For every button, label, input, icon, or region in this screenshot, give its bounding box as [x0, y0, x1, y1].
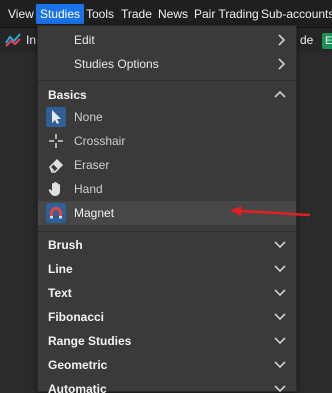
menu-divider	[38, 231, 296, 232]
menu-item-edit[interactable]: Edit	[38, 28, 296, 52]
tool-magnet-label: Magnet	[74, 206, 115, 220]
tool-eraser-label: Eraser	[74, 158, 110, 172]
eraser-icon	[46, 155, 66, 175]
chevron-down-icon	[274, 313, 286, 321]
section-text-label: Text	[48, 286, 72, 300]
section-automatic[interactable]: Automatic	[38, 377, 296, 393]
menu-trade[interactable]: Trade	[117, 4, 156, 24]
menu-tools[interactable]: Tools	[82, 4, 118, 24]
section-basics-label: Basics	[48, 88, 87, 102]
menu-studies[interactable]: Studies	[36, 4, 85, 24]
menu-pair-trading[interactable]: Pair Trading	[190, 4, 263, 24]
tool-none[interactable]: None	[38, 106, 296, 128]
section-fibonacci[interactable]: Fibonacci	[38, 305, 296, 328]
tool-crosshair-label: Crosshair	[74, 134, 126, 148]
chevron-right-icon	[278, 34, 286, 46]
hand-icon	[46, 179, 66, 199]
menu-view[interactable]: View	[4, 4, 38, 24]
section-text[interactable]: Text	[38, 281, 296, 304]
section-brush[interactable]: Brush	[38, 233, 296, 256]
crosshair-icon	[46, 131, 66, 151]
tool-eraser[interactable]: Eraser	[38, 154, 296, 176]
chart-logo-icon	[5, 33, 21, 47]
tool-hand[interactable]: Hand	[38, 178, 296, 200]
annotation-arrow-icon	[230, 206, 311, 217]
section-geometric-label: Geometric	[48, 358, 108, 372]
tool-crosshair[interactable]: Crosshair	[38, 130, 296, 152]
chevron-down-icon	[274, 289, 286, 297]
tool-hand-label: Hand	[74, 182, 103, 196]
chevron-up-icon	[274, 90, 286, 98]
status-badge: E	[322, 33, 332, 49]
chevron-down-icon	[274, 265, 286, 273]
section-geometric[interactable]: Geometric	[38, 353, 296, 376]
menu-bar: View Studies Tools Trade News Pair Tradi…	[0, 0, 332, 28]
section-line[interactable]: Line	[38, 257, 296, 280]
cursor-arrow-icon	[46, 107, 66, 127]
section-range-studies-label: Range Studies	[48, 334, 132, 348]
menu-divider	[38, 80, 296, 81]
chevron-right-icon	[278, 58, 286, 70]
menu-item-studies-options[interactable]: Studies Options	[38, 52, 296, 76]
menu-news[interactable]: News	[154, 4, 192, 24]
section-automatic-label: Automatic	[48, 382, 107, 393]
magnet-icon	[46, 203, 66, 223]
menu-sub-accounts[interactable]: Sub-accounts	[257, 4, 332, 24]
tool-none-label: None	[74, 110, 103, 124]
toolbar-left-text: In	[26, 33, 37, 47]
chevron-down-icon	[274, 337, 286, 345]
section-basics[interactable]: Basics	[38, 82, 296, 106]
chevron-down-icon	[274, 241, 286, 249]
section-line-label: Line	[48, 262, 73, 276]
section-fibonacci-label: Fibonacci	[48, 310, 105, 324]
section-brush-label: Brush	[48, 238, 83, 252]
menu-item-edit-label: Edit	[74, 33, 95, 47]
section-range-studies[interactable]: Range Studies	[38, 329, 296, 352]
chevron-down-icon	[274, 361, 286, 369]
menu-item-studies-options-label: Studies Options	[74, 57, 159, 71]
toolbar-right-text: de	[300, 33, 314, 47]
